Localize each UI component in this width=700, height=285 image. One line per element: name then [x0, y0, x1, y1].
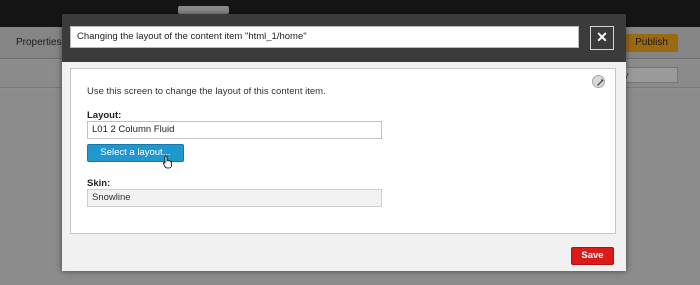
layout-label: Layout: [87, 110, 122, 121]
close-icon[interactable]: ✕ [590, 26, 614, 50]
skin-label: Skin: [87, 178, 111, 189]
layout-field[interactable]: L01 2 Column Fluid [87, 121, 382, 139]
intro-text: Use this screen to change the layout of … [87, 86, 326, 97]
filter-input[interactable]: y [620, 67, 678, 83]
dialog-body: Use this screen to change the layout of … [62, 62, 626, 271]
skin-field: Snowline [87, 189, 382, 207]
publish-button[interactable]: Publish [625, 34, 678, 52]
help-icon[interactable] [592, 75, 605, 88]
dialog-content-box: Use this screen to change the layout of … [70, 68, 616, 234]
dialog-title: Changing the layout of the content item … [70, 26, 579, 48]
change-layout-dialog: Changing the layout of the content item … [62, 14, 626, 271]
app-top-tab[interactable] [178, 6, 229, 14]
properties-menu[interactable]: Properties [16, 37, 62, 48]
save-button[interactable]: Save [571, 247, 614, 265]
hand-cursor-icon [162, 155, 174, 174]
